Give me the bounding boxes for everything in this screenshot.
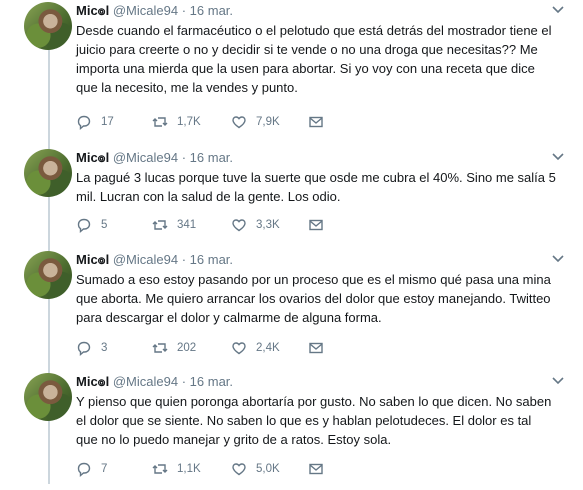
retweet-icon xyxy=(152,117,168,127)
tweet-header: Mic๏l @Micale94 · 16 mar. xyxy=(76,373,233,390)
tweet-header: Mic๏l @Micale94 · 16 mar. xyxy=(76,2,233,19)
heart-icon xyxy=(232,219,246,232)
reply-count: 5 xyxy=(101,219,108,231)
tweet-header: Mic๏l @Micale94 · 16 mar. xyxy=(76,251,233,268)
avatar[interactable] xyxy=(24,2,72,50)
heart-icon xyxy=(232,342,246,355)
dm-button[interactable] xyxy=(308,216,333,234)
retweet-button[interactable]: 1,7K xyxy=(152,113,201,131)
chevron-down-icon[interactable] xyxy=(551,149,565,163)
retweet-icon xyxy=(152,464,168,474)
envelope-icon xyxy=(309,342,323,354)
user-handle[interactable]: @Micale94 xyxy=(113,150,178,165)
separator: · xyxy=(181,150,187,165)
envelope-icon xyxy=(309,116,323,128)
tweet[interactable]: Mic๏l @Micale94 · 16 mar. Y pienso que q… xyxy=(0,373,583,483)
reply-count: 3 xyxy=(101,342,108,354)
retweet-icon xyxy=(152,343,168,353)
retweet-icon xyxy=(152,220,168,230)
reply-icon xyxy=(77,115,91,130)
reply-icon xyxy=(77,341,91,356)
retweet-count: 1,1K xyxy=(177,463,201,475)
tweet[interactable]: Mic๏l @Micale94 · 16 mar. La pagué 3 luc… xyxy=(0,149,583,239)
like-button[interactable]: 5,0K xyxy=(231,460,280,478)
avatar[interactable] xyxy=(24,149,72,197)
reply-button[interactable]: 3 xyxy=(76,339,107,357)
retweet-count: 1,7K xyxy=(177,116,201,128)
tweet-text: Desde cuando el farmacéutico o el pelotu… xyxy=(76,23,552,95)
tweet[interactable]: Mic๏l @Micale94 · 16 mar. Desde cuando e… xyxy=(0,2,583,130)
tweet-actions: 17 1,7K 7,9K xyxy=(76,113,376,131)
tweet-text: Y pienso que quien poronga abortaría por… xyxy=(76,394,552,447)
tweet-date[interactable]: 16 mar. xyxy=(190,150,233,165)
user-name[interactable]: Mic๏l xyxy=(76,150,109,165)
tweet-text: Sumado a eso estoy pasando por un proces… xyxy=(76,272,551,325)
user-handle[interactable]: @Micale94 xyxy=(113,374,178,389)
dm-button[interactable] xyxy=(308,460,333,478)
separator: · xyxy=(181,3,187,18)
avatar[interactable] xyxy=(24,251,72,299)
reply-button[interactable]: 7 xyxy=(76,460,107,478)
like-count: 2,4K xyxy=(256,342,280,354)
tweet-date[interactable]: 16 mar. xyxy=(190,252,233,267)
heart-icon xyxy=(232,116,246,129)
chevron-down-icon[interactable] xyxy=(551,2,565,16)
reply-count: 17 xyxy=(101,116,114,128)
separator: · xyxy=(181,252,187,267)
tweet-date[interactable]: 16 mar. xyxy=(190,3,233,18)
tweet[interactable]: Mic๏l @Micale94 · 16 mar. Sumado a eso e… xyxy=(0,251,583,361)
retweet-count: 341 xyxy=(177,219,197,231)
retweet-count: 202 xyxy=(177,342,197,354)
tweet-actions: 7 1,1K 5,0K xyxy=(76,460,376,478)
tweet-date[interactable]: 16 mar. xyxy=(190,374,233,389)
reply-icon xyxy=(77,218,91,233)
reply-icon xyxy=(77,462,91,477)
heart-icon xyxy=(232,463,246,476)
like-button[interactable]: 7,9K xyxy=(231,113,280,131)
retweet-button[interactable]: 202 xyxy=(152,339,196,357)
user-name[interactable]: Mic๏l xyxy=(76,374,109,389)
reply-button[interactable]: 17 xyxy=(76,113,114,131)
tweet-text: La pagué 3 lucas porque tuve la suerte q… xyxy=(76,170,556,204)
separator: · xyxy=(181,374,187,389)
dm-button[interactable] xyxy=(308,339,333,357)
chevron-down-icon[interactable] xyxy=(551,373,565,387)
user-name[interactable]: Mic๏l xyxy=(76,252,109,267)
avatar[interactable] xyxy=(24,373,72,421)
like-count: 7,9K xyxy=(256,116,280,128)
reply-count: 7 xyxy=(101,463,108,475)
envelope-icon xyxy=(309,219,323,231)
user-name[interactable]: Mic๏l xyxy=(76,3,109,18)
reply-button[interactable]: 5 xyxy=(76,216,107,234)
tweet-actions: 5 341 3,3K xyxy=(76,216,376,234)
tweet-actions: 3 202 2,4K xyxy=(76,339,376,357)
envelope-icon xyxy=(309,463,323,475)
like-count: 3,3K xyxy=(256,219,280,231)
user-handle[interactable]: @Micale94 xyxy=(113,3,178,18)
dm-button[interactable] xyxy=(308,113,333,131)
like-count: 5,0K xyxy=(256,463,280,475)
chevron-down-icon[interactable] xyxy=(551,251,565,265)
retweet-button[interactable]: 1,1K xyxy=(152,460,201,478)
user-handle[interactable]: @Micale94 xyxy=(113,252,178,267)
like-button[interactable]: 2,4K xyxy=(231,339,280,357)
like-button[interactable]: 3,3K xyxy=(231,216,280,234)
retweet-button[interactable]: 341 xyxy=(152,216,196,234)
tweet-header: Mic๏l @Micale94 · 16 mar. xyxy=(76,149,233,166)
